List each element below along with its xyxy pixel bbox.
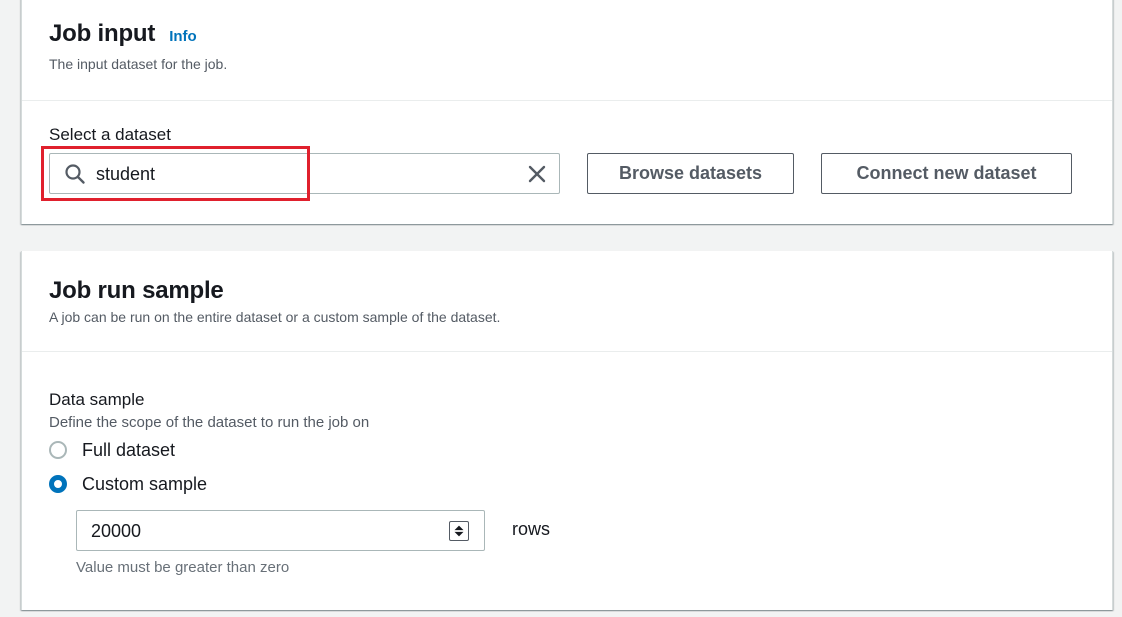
radio-option-full-dataset[interactable]: Full dataset (49, 433, 1085, 467)
search-value[interactable]: student (96, 164, 155, 185)
search-icon (65, 164, 85, 184)
radio-label-full-dataset[interactable]: Full dataset (82, 440, 175, 461)
data-sample-label: Data sample (49, 390, 145, 409)
connect-new-dataset-button[interactable]: Connect new dataset (821, 153, 1072, 194)
spinner-icon[interactable] (449, 521, 469, 541)
radio-label-custom-sample[interactable]: Custom sample (82, 474, 207, 495)
dataset-search-input[interactable]: student (41, 146, 560, 201)
data-sample-radio-group: Full dataset Custom sample (49, 433, 1085, 501)
job-run-sample-panel: Job run sample A job can be run on the e… (21, 251, 1113, 610)
radio-custom-sample[interactable] (49, 475, 67, 493)
info-link[interactable]: Info (169, 28, 197, 45)
job-input-header: Job input Info The input dataset for the… (22, 0, 1112, 101)
job-run-sample-title: Job run sample (49, 277, 224, 304)
browse-datasets-button[interactable]: Browse datasets (587, 153, 794, 194)
rows-unit-label: rows (512, 519, 551, 539)
select-dataset-label: Select a dataset (49, 125, 171, 144)
data-sample-description: Define the scope of the dataset to run t… (49, 414, 370, 431)
job-run-sample-description: A job can be run on the entire dataset o… (49, 309, 501, 325)
sample-size-hint: Value must be greater than zero (76, 559, 290, 576)
job-input-panel: Job input Info The input dataset for the… (21, 0, 1113, 224)
clear-icon[interactable] (527, 164, 547, 184)
job-input-title: Job input (49, 20, 156, 47)
sample-size-value[interactable]: 20000 (91, 521, 141, 542)
radio-full-dataset[interactable] (49, 441, 67, 459)
sample-size-input[interactable]: 20000 (76, 510, 485, 551)
job-run-sample-header: Job run sample A job can be run on the e… (22, 251, 1112, 352)
job-input-description: The input dataset for the job. (49, 56, 228, 72)
radio-option-custom-sample[interactable]: Custom sample (49, 467, 1085, 501)
